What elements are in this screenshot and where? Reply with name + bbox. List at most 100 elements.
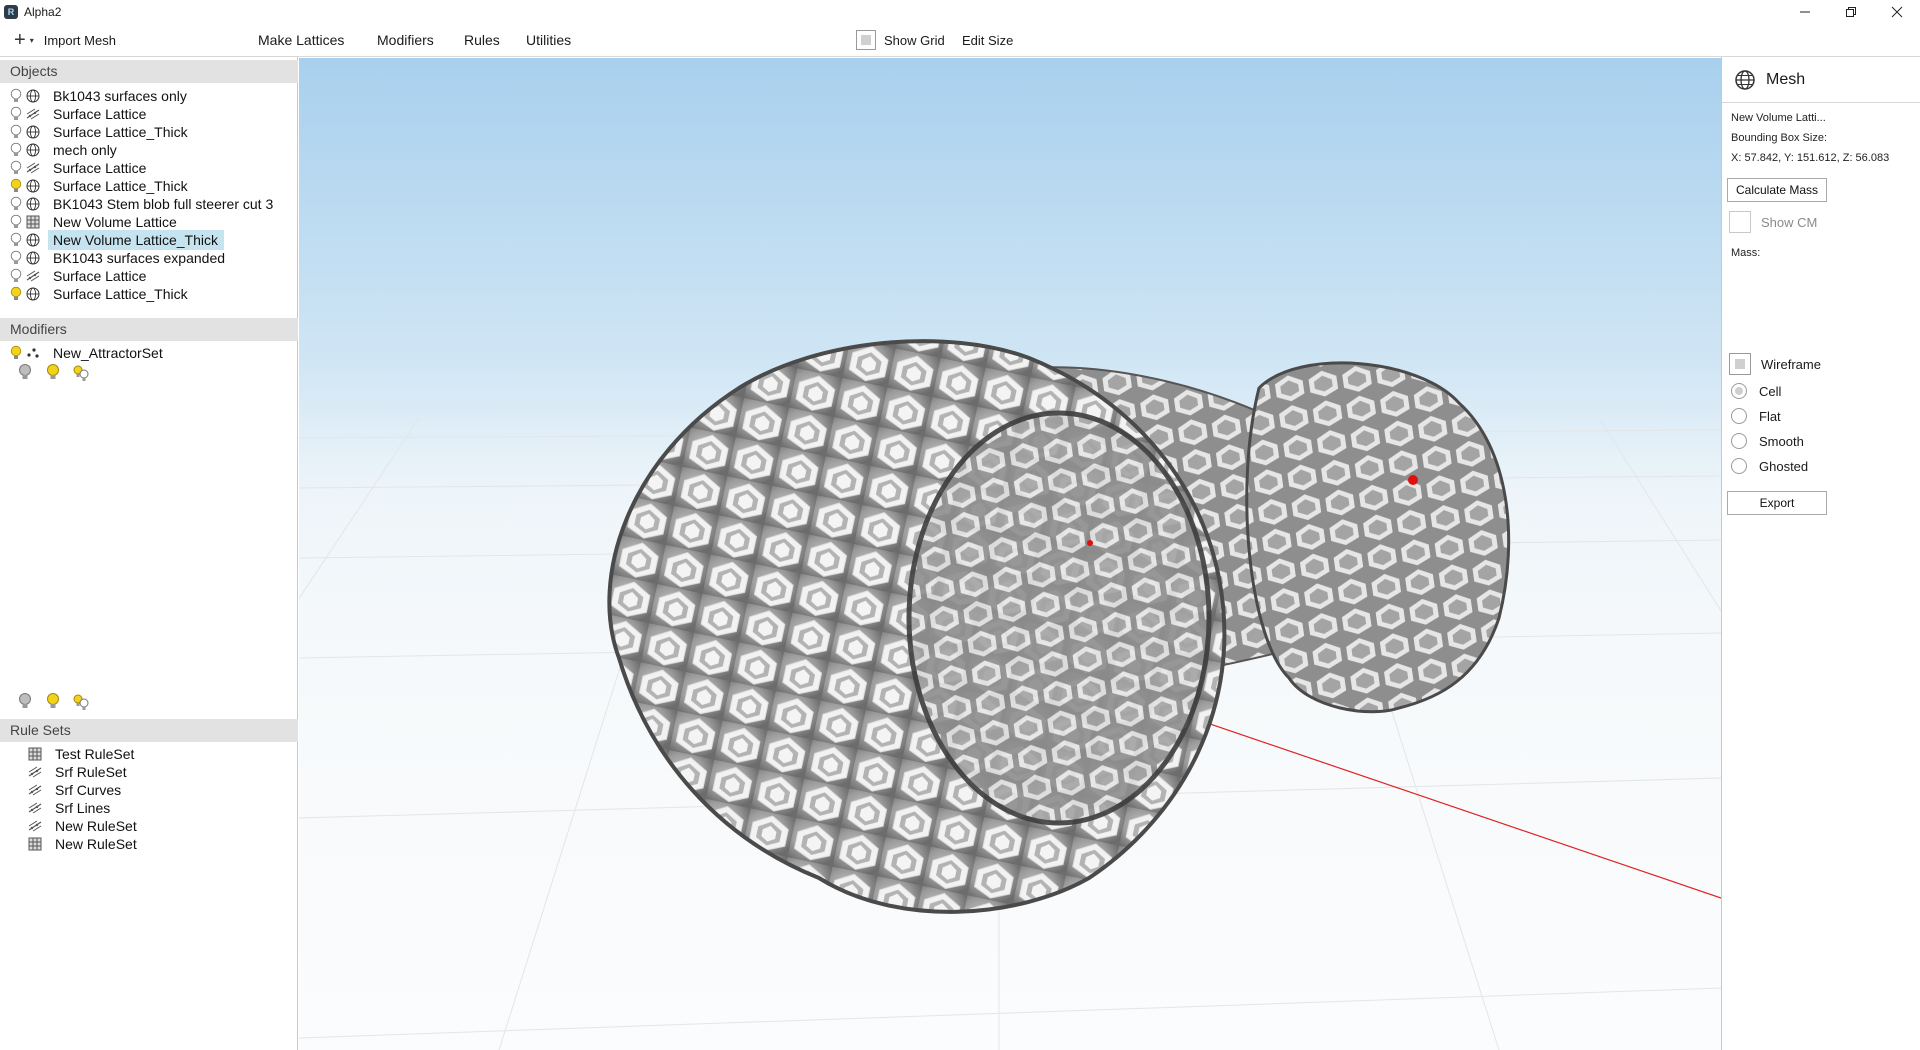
window-controls bbox=[1782, 0, 1920, 23]
plus-icon: + bbox=[14, 29, 26, 51]
bulb-off-icon[interactable] bbox=[10, 196, 22, 212]
restore-button[interactable] bbox=[1828, 0, 1874, 23]
render-mode-label: Cell bbox=[1759, 383, 1782, 399]
export-button[interactable]: Export bbox=[1727, 491, 1827, 515]
wireframe-checkbox[interactable] bbox=[1729, 353, 1751, 375]
radio-icon[interactable] bbox=[1731, 383, 1747, 399]
mass-label: Mass: bbox=[1731, 247, 1761, 259]
scene-tree-panel: Objects Bk1043 surfaces only Surface Latt… bbox=[0, 57, 298, 1050]
attractor-icon bbox=[26, 346, 40, 360]
window-title: Alpha2 bbox=[24, 4, 62, 19]
bulb-on-icon[interactable] bbox=[10, 345, 22, 361]
render-mode-flat[interactable]: Flat bbox=[1731, 408, 1781, 424]
grid-icon bbox=[28, 747, 42, 761]
wireframe-label: Wireframe bbox=[1761, 356, 1821, 372]
radio-icon[interactable] bbox=[1731, 458, 1747, 474]
bulb-off-icon[interactable] bbox=[10, 106, 22, 122]
show-all-bulb-icon[interactable] bbox=[44, 691, 62, 713]
bulb-on-icon[interactable] bbox=[10, 286, 22, 302]
bulb-off-icon[interactable] bbox=[10, 142, 22, 158]
grid-icon bbox=[26, 215, 40, 229]
app-logo-icon: R bbox=[4, 4, 18, 19]
grid-icon bbox=[28, 837, 42, 851]
bulb-off-icon[interactable] bbox=[10, 268, 22, 284]
globe-icon bbox=[26, 179, 40, 193]
bulb-off-icon[interactable] bbox=[10, 124, 22, 140]
bounding-box-value: X: 57.842, Y: 151.612, Z: 56.083 bbox=[1731, 152, 1890, 164]
modifiers-header: Modifiers bbox=[0, 318, 298, 341]
lattice-mesh-model[interactable] bbox=[607, 339, 1511, 914]
globe-icon bbox=[26, 89, 40, 103]
mesh-front-opening bbox=[906, 410, 1212, 826]
render-mode-ghosted[interactable]: Ghosted bbox=[1731, 458, 1808, 474]
bulb-on-icon[interactable] bbox=[10, 178, 22, 194]
attractor-point bbox=[1408, 475, 1418, 485]
render-mode-label: Smooth bbox=[1759, 433, 1804, 449]
item-label: New RuleSet bbox=[55, 836, 137, 852]
menu-modifiers[interactable]: Modifiers bbox=[377, 23, 434, 57]
import-mesh-button[interactable]: + ▾ Import Mesh bbox=[14, 23, 116, 57]
radio-icon[interactable] bbox=[1731, 433, 1747, 449]
show-grid-checkbox[interactable] bbox=[856, 30, 876, 50]
bounding-box-label: Bounding Box Size: bbox=[1731, 132, 1828, 144]
wireframe-toggle[interactable]: Wireframe bbox=[1729, 353, 1821, 375]
item-label: New_AttractorSet bbox=[53, 345, 163, 361]
properties-panel: Mesh New Volume Latti... Bounding Box Si… bbox=[1721, 57, 1920, 1050]
lattice-icon bbox=[28, 801, 42, 815]
object-name: New Volume Latti... bbox=[1731, 112, 1826, 124]
lattice-icon bbox=[28, 819, 42, 833]
hide-all-bulb-icon[interactable] bbox=[16, 691, 34, 713]
mesh-right-bulb bbox=[1245, 361, 1511, 714]
properties-header: Mesh bbox=[1722, 57, 1920, 103]
calculate-mass-button[interactable]: Calculate Mass bbox=[1727, 178, 1827, 202]
globe-icon bbox=[26, 197, 40, 211]
bulb-off-icon[interactable] bbox=[10, 214, 22, 230]
close-button[interactable] bbox=[1874, 0, 1920, 23]
hide-all-bulb-icon[interactable] bbox=[16, 362, 34, 384]
toggle-bulb-icon[interactable] bbox=[72, 362, 90, 384]
objects-item[interactable]: Surface Lattice_Thick bbox=[0, 283, 298, 305]
objects-header: Objects bbox=[0, 60, 298, 83]
radio-icon[interactable] bbox=[1731, 408, 1747, 424]
bulb-off-icon[interactable] bbox=[10, 160, 22, 176]
show-grid-toggle[interactable]: Show Grid bbox=[856, 23, 945, 57]
render-mode-smooth[interactable]: Smooth bbox=[1731, 433, 1804, 449]
globe-icon bbox=[26, 125, 40, 139]
lattice-icon bbox=[26, 161, 40, 175]
bulb-off-icon[interactable] bbox=[10, 250, 22, 266]
modifiers-item[interactable]: New_AttractorSet bbox=[0, 342, 298, 364]
rulesets-header: Rule Sets bbox=[0, 719, 298, 742]
render-mode-cell[interactable]: Cell bbox=[1731, 383, 1781, 399]
title-bar: R Alpha2 bbox=[0, 0, 1920, 23]
attractor-point bbox=[1087, 540, 1093, 546]
lattice-icon bbox=[26, 107, 40, 121]
3d-viewport[interactable] bbox=[299, 58, 1721, 1050]
show-cm-toggle[interactable]: Show CM bbox=[1729, 211, 1817, 233]
globe-icon bbox=[26, 251, 40, 265]
restore-icon bbox=[1846, 6, 1856, 17]
toggle-bulb-icon[interactable] bbox=[72, 691, 90, 713]
objects-visibility-tools bbox=[16, 362, 90, 384]
lattice-icon bbox=[28, 783, 42, 797]
globe-icon bbox=[26, 143, 40, 157]
show-cm-label: Show CM bbox=[1761, 214, 1818, 230]
rulesets-item[interactable]: New RuleSet bbox=[0, 833, 298, 855]
dropdown-caret-icon: ▾ bbox=[29, 35, 34, 45]
show-all-bulb-icon[interactable] bbox=[44, 362, 62, 384]
bulb-off-icon[interactable] bbox=[10, 88, 22, 104]
menu-make-lattices[interactable]: Make Lattices bbox=[258, 23, 344, 57]
bulb-off-icon[interactable] bbox=[10, 232, 22, 248]
globe-icon bbox=[26, 233, 40, 247]
render-mode-label: Ghosted bbox=[1759, 458, 1809, 474]
lattice-icon bbox=[28, 765, 42, 779]
show-cm-checkbox[interactable] bbox=[1729, 211, 1751, 233]
show-grid-label: Show Grid bbox=[884, 32, 945, 48]
globe-icon bbox=[26, 287, 40, 301]
globe-icon bbox=[1735, 69, 1755, 90]
menu-rules[interactable]: Rules bbox=[464, 23, 500, 57]
main-toolbar: + ▾ Import Mesh Make Lattices Modifiers … bbox=[0, 23, 1920, 57]
viewport-scene bbox=[299, 339, 1721, 1050]
menu-utilities[interactable]: Utilities bbox=[526, 23, 571, 57]
minimize-button[interactable] bbox=[1782, 0, 1828, 23]
edit-size-button[interactable]: Edit Size bbox=[962, 23, 1013, 57]
